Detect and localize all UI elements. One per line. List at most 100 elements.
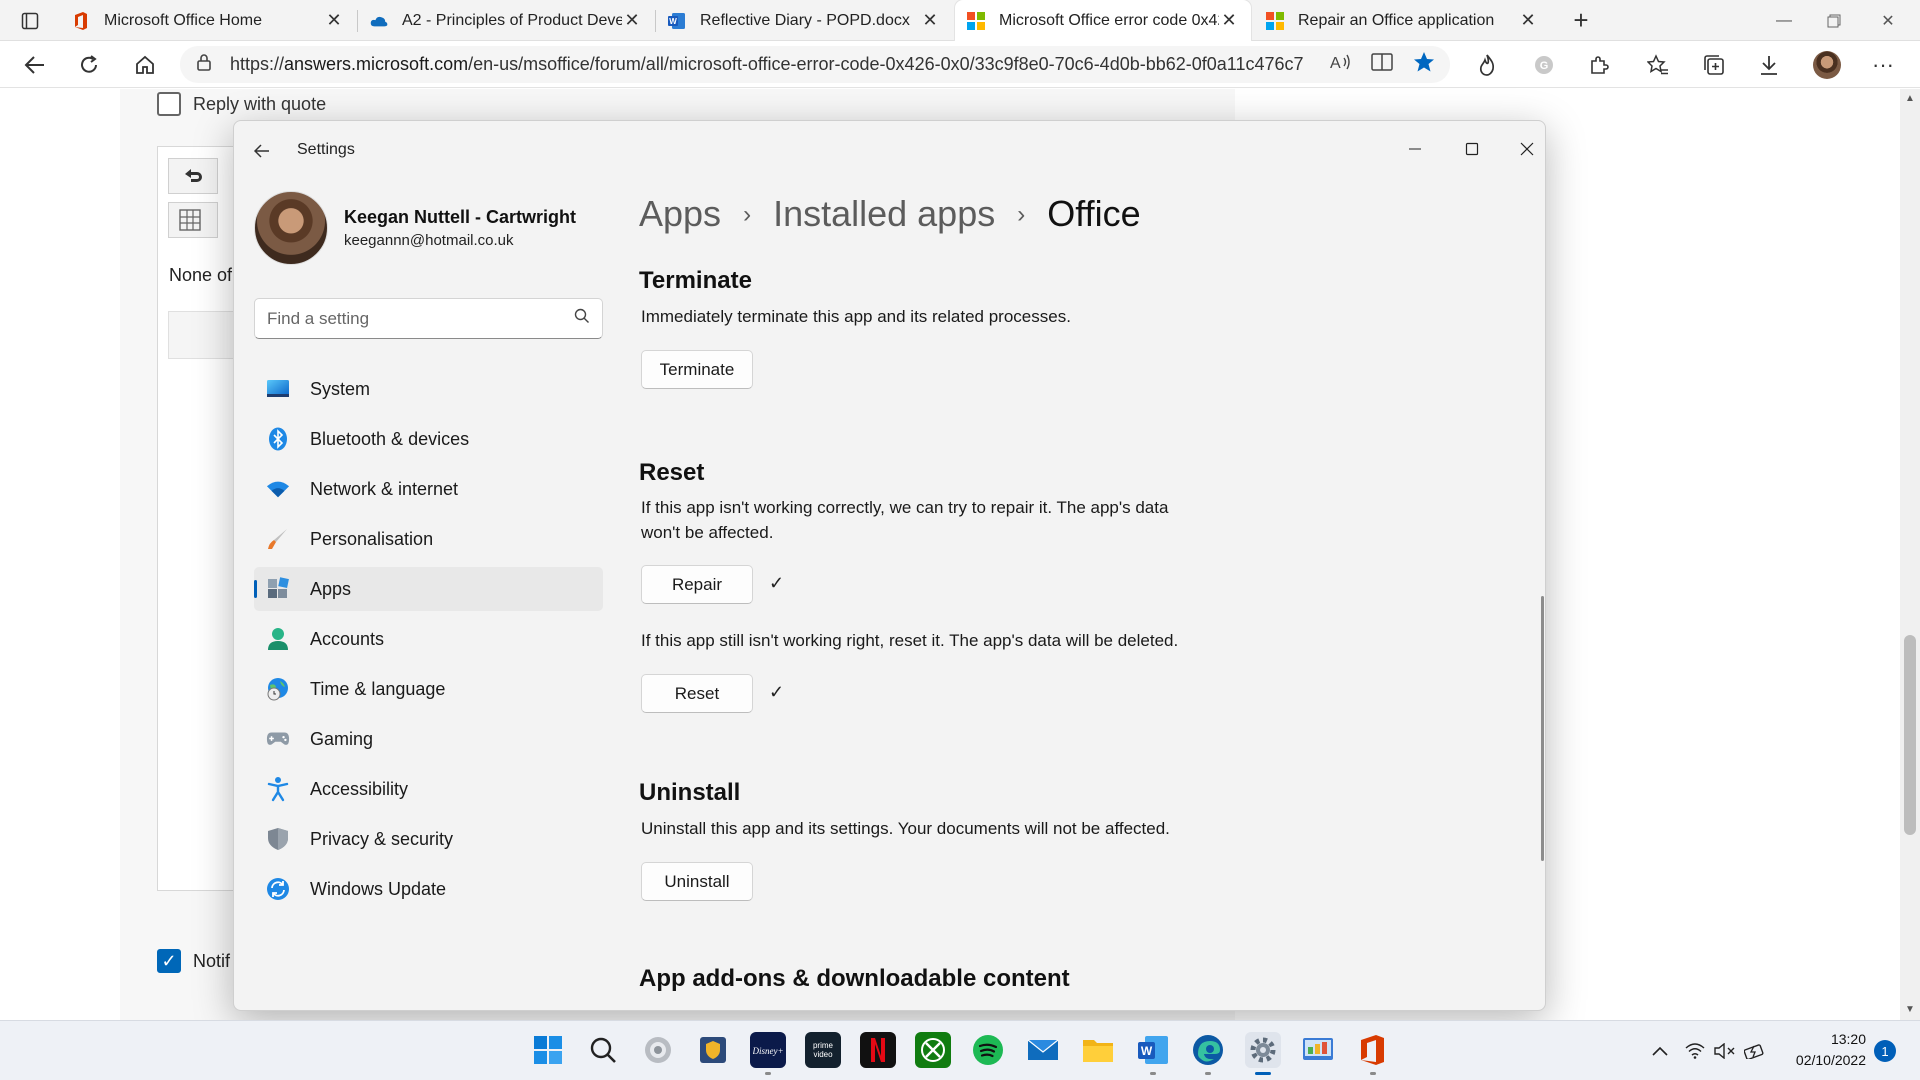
favorite-star-icon[interactable] [1413, 51, 1435, 78]
settings-search-input[interactable] [267, 308, 574, 329]
browser-tab-active[interactable]: Microsoft Office error code 0x42 ✕ [955, 0, 1251, 41]
reply-with-quote-checkbox[interactable] [157, 92, 181, 116]
browser-tab[interactable]: W Reflective Diary - POPD.docx ✕ [656, 0, 952, 41]
cortana-icon[interactable] [640, 1032, 676, 1068]
more-options-icon[interactable]: ··· [1866, 48, 1900, 82]
settings-minimize-icon[interactable] [1390, 129, 1440, 169]
nav-item-windows-update[interactable]: Windows Update [254, 867, 603, 911]
netflix-icon[interactable] [860, 1032, 896, 1068]
settings-title: Settings [297, 141, 355, 158]
read-aloud-icon[interactable]: A [1329, 52, 1351, 77]
browser-tab[interactable]: A2 - Principles of Product Develo ✕ [358, 0, 654, 41]
search-icon[interactable] [585, 1032, 621, 1068]
close-window-icon[interactable]: ✕ [1860, 0, 1916, 41]
close-tab-icon[interactable]: ✕ [1518, 10, 1538, 31]
prime-video-icon[interactable]: prime video [805, 1032, 841, 1068]
nav-item-network[interactable]: Network & internet [254, 467, 603, 511]
reset-button[interactable]: Reset [641, 674, 753, 713]
nav-item-bluetooth[interactable]: Bluetooth & devices [254, 417, 603, 461]
favorites-icon[interactable] [1641, 48, 1675, 82]
profile-avatar[interactable] [1810, 48, 1844, 82]
settings-back-icon[interactable] [248, 137, 276, 165]
scroll-down-icon[interactable]: ▼ [1905, 1004, 1915, 1015]
nav-item-accounts[interactable]: Accounts [254, 617, 603, 661]
mail-icon[interactable] [1025, 1032, 1061, 1068]
reply-with-quote-row[interactable]: Reply with quote [157, 92, 326, 116]
minimize-icon[interactable]: — [1756, 0, 1812, 41]
nav-item-system[interactable]: System [254, 367, 603, 411]
edge-icon[interactable] [1190, 1032, 1226, 1075]
tab-actions-icon[interactable] [18, 9, 42, 33]
terminate-button[interactable]: Terminate [641, 350, 753, 389]
back-arrow-icon[interactable] [18, 48, 52, 82]
uninstall-button[interactable]: Uninstall [641, 862, 753, 901]
account-profile[interactable]: Keegan Nuttell - Cartwright keegannn@hot… [254, 191, 576, 265]
avatar[interactable] [254, 191, 328, 265]
close-tab-icon[interactable]: ✕ [1219, 10, 1239, 31]
browser-tab[interactable]: Repair an Office application ✕ [1254, 0, 1550, 41]
svg-text:W: W [669, 17, 677, 26]
scroll-up-icon[interactable]: ▲ [1905, 93, 1915, 104]
table-button[interactable] [168, 202, 218, 238]
refresh-icon[interactable] [72, 48, 106, 82]
reply-editor[interactable] [157, 146, 237, 891]
extensions-icon[interactable] [1582, 48, 1616, 82]
nav-item-personalisation[interactable]: Personalisation [254, 517, 603, 561]
collections-icon[interactable] [1697, 48, 1731, 82]
undo-button[interactable] [168, 158, 218, 194]
close-tab-icon[interactable]: ✕ [622, 10, 642, 31]
notification-badge[interactable]: 1 [1874, 1040, 1896, 1062]
system-clock[interactable]: 13:20 02/10/2022 [1776, 1029, 1866, 1071]
notify-row[interactable]: ✓ Notif [157, 949, 230, 973]
nav-item-apps[interactable]: Apps [254, 567, 603, 611]
new-tab-button[interactable]: + [1566, 6, 1596, 36]
notify-checkbox[interactable]: ✓ [157, 949, 181, 973]
nav-label: Privacy & security [310, 828, 454, 849]
page-scrollbar[interactable]: ▲ ▼ [1900, 89, 1920, 1020]
settings-search[interactable] [254, 298, 603, 339]
flame-extension-icon[interactable] [1470, 48, 1504, 82]
nav-item-privacy[interactable]: Privacy & security [254, 817, 603, 861]
xbox-icon[interactable] [915, 1032, 951, 1068]
settings-maximize-icon[interactable] [1447, 129, 1497, 169]
nav-item-time-language[interactable]: Time & language [254, 667, 603, 711]
lock-icon[interactable] [196, 53, 212, 76]
downloads-icon[interactable] [1752, 48, 1786, 82]
settings-scrollbar[interactable] [1541, 596, 1544, 861]
breadcrumb-apps[interactable]: Apps [639, 193, 721, 235]
battery-charging-icon[interactable] [1742, 1039, 1768, 1063]
grammarly-icon[interactable]: G [1527, 48, 1561, 82]
security-badge-icon[interactable] [695, 1032, 731, 1068]
wifi-status-icon[interactable] [1682, 1039, 1708, 1063]
chevron-up-icon[interactable] [1648, 1039, 1672, 1063]
address-bar[interactable]: https://answers.microsoft.com/en-us/msof… [180, 46, 1450, 83]
settings-gear-icon[interactable] [1245, 1032, 1281, 1075]
breadcrumb-installed-apps[interactable]: Installed apps [773, 193, 995, 235]
onedrive-icon [370, 12, 388, 30]
office-icon[interactable] [1355, 1032, 1391, 1075]
svg-text:prime: prime [813, 1041, 834, 1050]
control-panel-icon[interactable] [1300, 1032, 1336, 1068]
repair-button[interactable]: Repair [641, 565, 753, 604]
word-icon[interactable]: W [1135, 1032, 1171, 1075]
start-windows-icon[interactable] [530, 1032, 566, 1068]
url-text[interactable]: https://answers.microsoft.com/en-us/msof… [230, 54, 1315, 75]
restore-icon[interactable] [1806, 0, 1862, 41]
nav-item-accessibility[interactable]: Accessibility [254, 767, 603, 811]
browser-tab[interactable]: Microsoft Office Home ✕ [60, 0, 356, 41]
home-icon[interactable] [128, 48, 162, 82]
volume-muted-icon[interactable] [1712, 1039, 1738, 1063]
scrollbar-thumb[interactable] [1904, 635, 1916, 835]
nav-label: Windows Update [310, 878, 447, 899]
repair-description: If this app isn't working correctly, we … [641, 498, 1169, 542]
nav-item-gaming[interactable]: Gaming [254, 717, 603, 761]
file-explorer-icon[interactable] [1080, 1032, 1116, 1068]
spotify-icon[interactable] [970, 1032, 1006, 1068]
close-tab-icon[interactable]: ✕ [920, 10, 940, 31]
search-icon[interactable] [574, 308, 590, 329]
close-tab-icon[interactable]: ✕ [324, 10, 344, 31]
disney-plus-icon[interactable]: Disney+ [750, 1032, 786, 1075]
reset-description: If this app still isn't working right, r… [641, 631, 1179, 650]
settings-close-icon[interactable] [1502, 129, 1545, 169]
immersive-reader-icon[interactable] [1371, 52, 1393, 77]
